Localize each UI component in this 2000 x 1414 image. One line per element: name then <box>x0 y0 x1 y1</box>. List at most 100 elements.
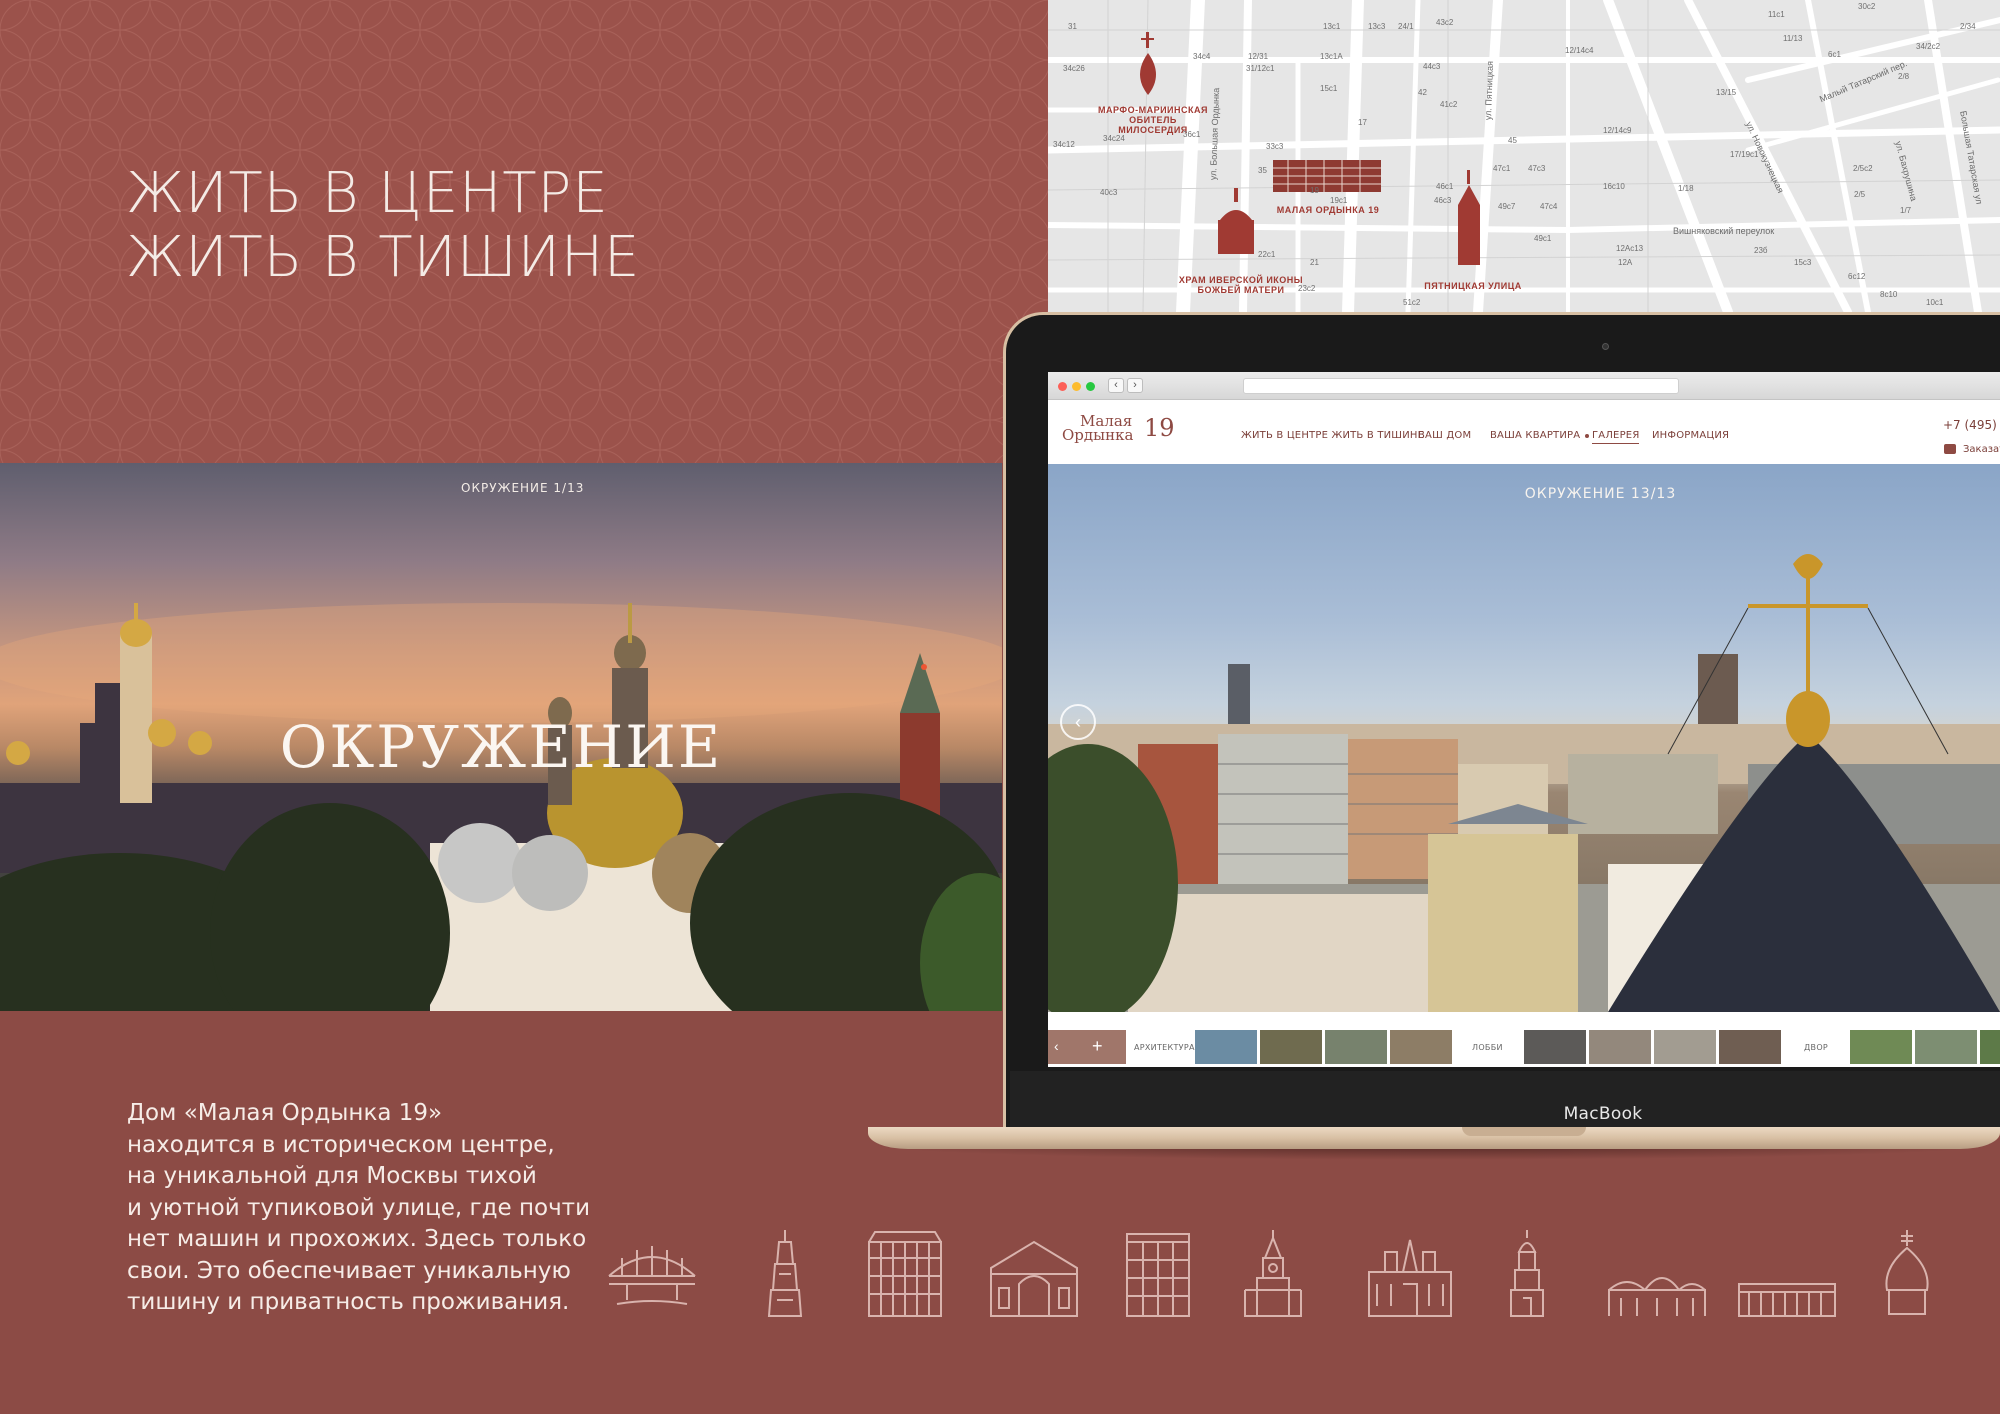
map-number: 2/34 <box>1960 22 1976 31</box>
left-photo-title: ОКРУЖЕНИЕ <box>279 713 723 781</box>
thumbnail[interactable] <box>1654 1030 1716 1064</box>
thumbnail[interactable] <box>1719 1030 1781 1064</box>
description: Дом «Малая Ордынка 19» находится в истор… <box>127 1098 597 1319</box>
nav-item-your-house[interactable]: ВАШ ДОМ <box>1418 430 1471 441</box>
map-number: 11с1 <box>1768 10 1785 19</box>
order-call-link[interactable]: Заказат <box>1963 444 2000 455</box>
thumb-section-label[interactable]: ДВОР <box>1804 1043 1828 1052</box>
map-number: 8с10 <box>1880 290 1898 299</box>
thumbnail[interactable] <box>1390 1030 1452 1064</box>
map-number: 19с1 <box>1330 196 1348 205</box>
map-number: 34с12 <box>1053 140 1075 149</box>
map-number: 15с3 <box>1794 258 1812 267</box>
pattern-panel: ЖИТЬ В ЦЕНТРЕ ЖИТЬ В ТИШИНЕ <box>0 0 1048 463</box>
chevron-left-icon[interactable]: ‹ <box>1054 1038 1059 1054</box>
phone-number[interactable]: +7 (495) 8 <box>1943 418 2000 432</box>
map-number: 2/8 <box>1898 72 1910 81</box>
description-line: на уникальной для Москвы тихой <box>127 1163 537 1189</box>
logo-number: 19 <box>1144 414 1175 442</box>
map-number: 31 <box>1068 22 1077 31</box>
chat-icon[interactable] <box>1944 444 1956 454</box>
thumb-active[interactable]: ‹ + <box>1048 1030 1126 1064</box>
target-building-icon <box>1273 160 1381 192</box>
thumbnail[interactable] <box>1195 1030 1257 1064</box>
church-icon <box>1885 1230 1929 1315</box>
map-number: 34с26 <box>1063 64 1085 73</box>
map-number: 6с12 <box>1848 272 1866 281</box>
minimize-window-button[interactable] <box>1072 382 1081 391</box>
thumb-section-label[interactable]: АРХИТЕКТУРА <box>1134 1043 1195 1052</box>
thumb-section-label[interactable]: ЛОББИ <box>1472 1043 1503 1052</box>
prev-slide-button[interactable]: ‹ <box>1060 704 1096 740</box>
map-number: 34с4 <box>1193 52 1211 61</box>
map-label-target: МАЛАЯ ОРДЫНКА 19 <box>1268 205 1388 215</box>
map-number: 16с10 <box>1603 182 1625 191</box>
map-number: 45 <box>1508 136 1517 145</box>
thumbnail[interactable] <box>1980 1030 2000 1064</box>
map-number: 35 <box>1258 166 1267 175</box>
tower-icon <box>767 1230 803 1317</box>
map-number: 46с1 <box>1436 182 1454 191</box>
thumbnail[interactable] <box>1850 1030 1912 1064</box>
plus-icon[interactable]: + <box>1092 1036 1103 1057</box>
map-number: 1/7 <box>1900 206 1912 215</box>
description-line: свои. Это обеспечивает уникальную <box>127 1257 571 1284</box>
address-bar[interactable] <box>1243 378 1679 394</box>
thumbnail[interactable] <box>1589 1030 1651 1064</box>
nav-item-your-apartment[interactable]: ВАША КВАРТИРА <box>1490 430 1580 441</box>
headline-line-1: ЖИТЬ В ЦЕНТРЕ <box>126 161 609 226</box>
map-number: 24/1 <box>1398 22 1414 31</box>
map-label-line: МАЛАЯ ОРДЫНКА 19 <box>1276 205 1380 215</box>
map-number: 34/2с2 <box>1916 42 1941 51</box>
map-number: 23б <box>1754 246 1768 255</box>
chevron-right-icon[interactable]: › <box>1127 378 1143 393</box>
kremlin-tower-icon <box>1244 1230 1302 1317</box>
map-number: 2/5с2 <box>1853 164 1873 173</box>
headline: ЖИТЬ В ЦЕНТРЕ ЖИТЬ В ТИШИНЕ <box>126 162 640 290</box>
map-number: 34с24 <box>1103 134 1125 143</box>
map-number: 15с1 <box>1320 84 1338 93</box>
logo-line-2: Ордынка <box>1062 426 1134 444</box>
thumbnail[interactable] <box>1325 1030 1387 1064</box>
museum-icon <box>1368 1239 1452 1317</box>
left-gallery-photo: ОКРУЖЕНИЕ 1/13 ОКРУЖЕНИЕ <box>0 463 1002 1011</box>
map-number: 49с1 <box>1534 234 1552 243</box>
building-icon <box>868 1231 942 1317</box>
browser-toolbar: ‹ › <box>1048 372 2000 400</box>
map-number: 31/12с1 <box>1246 64 1275 73</box>
map-number: 47с1 <box>1493 164 1511 173</box>
map-number: 13/15 <box>1716 88 1737 97</box>
description-line: нет машин и прохожих. Здесь только <box>127 1226 587 1252</box>
map-number: 21 <box>1310 258 1319 267</box>
thumbnail[interactable] <box>1260 1030 1322 1064</box>
map-number: 43с2 <box>1436 18 1454 27</box>
nav-item-gallery[interactable]: ГАЛЕРЕЯ <box>1584 430 1640 444</box>
map-number: 33с3 <box>1266 142 1284 151</box>
bridge-icon <box>608 1246 696 1305</box>
chevron-left-icon[interactable]: ‹ <box>1108 378 1124 393</box>
map-label-line: БОЖЬЕЙ МАТЕРИ <box>1197 285 1285 295</box>
map-number: 47с4 <box>1540 202 1558 211</box>
site-logo[interactable]: Малая Ордынка 19 <box>1062 414 1175 444</box>
thumbnail[interactable] <box>1915 1030 1977 1064</box>
map-number: 17/19с1 <box>1730 150 1759 159</box>
close-window-button[interactable] <box>1058 382 1067 391</box>
pavilion-icon <box>1608 1277 1706 1316</box>
map-number: 12/31 <box>1248 52 1269 61</box>
laptop-brand: MacBook <box>1563 1104 1643 1124</box>
map-number: 23с2 <box>1298 284 1316 293</box>
description-line: Дом «Малая Ордынка 19» <box>127 1100 443 1126</box>
map-number: 42 <box>1418 88 1427 97</box>
bell-tower-icon <box>1510 1230 1544 1317</box>
map-street: Вишняковский переулок <box>1673 226 1775 236</box>
maximize-window-button[interactable] <box>1086 382 1095 391</box>
gallery-building-icon <box>990 1240 1078 1317</box>
thumbnail[interactable] <box>1524 1030 1586 1064</box>
nav-item-live-center[interactable]: ЖИТЬ В ЦЕНТРЕ ЖИТЬ В ТИШИНЕ <box>1241 430 1424 441</box>
nav-item-info[interactable]: ИНФОРМАЦИЯ <box>1652 430 1729 441</box>
map-number: 2/5 <box>1854 190 1866 199</box>
location-map[interactable]: МАРФО-МАРИИНСКАЯ ОБИТЕЛЬ МИЛОСЕРДИЯ МАЛА… <box>1048 0 2000 312</box>
map-number: 13с1 <box>1323 22 1341 31</box>
map-number: 11/13 <box>1783 34 1803 43</box>
map-label-pyatnitskaya: ПЯТНИЦКАЯ УЛИЦА <box>1418 281 1528 291</box>
